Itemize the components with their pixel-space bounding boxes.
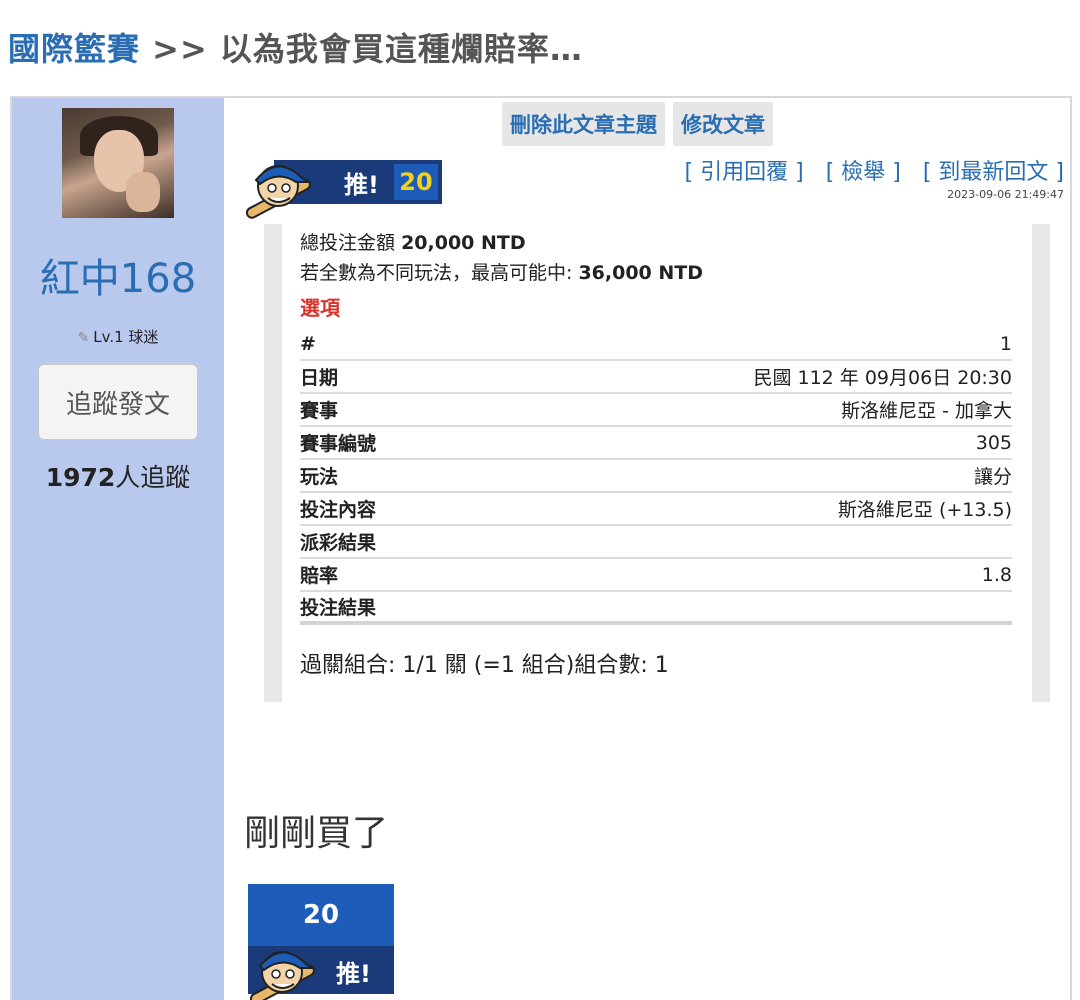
- delete-thread-button[interactable]: 刪除此文章主題: [502, 102, 665, 146]
- row-key: 玩法: [300, 466, 339, 488]
- row-key: 賽事: [300, 400, 339, 422]
- row-key: 賠率: [300, 565, 339, 587]
- follower-suffix: 人追蹤: [115, 463, 191, 492]
- latest-reply-link[interactable]: [ 到最新回文 ]: [923, 154, 1064, 186]
- row-key: 賽事編號: [300, 433, 377, 455]
- table-row: 玩法 讓分: [300, 460, 1012, 493]
- forum-link[interactable]: 國際籃賽: [8, 30, 140, 68]
- level-text: Lv.1 球迷: [93, 328, 159, 346]
- max-win-line: 若全數為不同玩法，最高可能中: 36,000 NTD: [300, 258, 1012, 288]
- max-win-label: 若全數為不同玩法，最高可能中:: [300, 262, 573, 284]
- push-tile-label: 推!: [336, 960, 371, 988]
- row-value: 1.8: [981, 563, 1012, 586]
- page-title: 國際籃賽 >> 以為我會買這種爛賠率…: [8, 24, 583, 70]
- bet-slip-inner: 總投注金額 20,000 NTD 若全數為不同玩法，最高可能中: 36,000 …: [282, 224, 1032, 702]
- row-value: 斯洛維尼亞 - 加拿大: [841, 400, 1012, 422]
- table-row: 日期 民國 112 年 09月06日 20:30: [300, 361, 1012, 394]
- author-name[interactable]: 紅中168: [12, 246, 224, 304]
- total-bet-line: 總投注金額 20,000 NTD: [300, 228, 1012, 258]
- follow-button[interactable]: 追蹤發文: [38, 364, 198, 440]
- row-value: 1: [999, 332, 1012, 355]
- row-value: 民國 112 年 09月06日 20:30: [753, 367, 1012, 389]
- quote-reply-link[interactable]: [ 引用回覆 ]: [685, 154, 804, 186]
- post-frame: 紅中168 ✎ Lv.1 球迷 追蹤發文 1972人追蹤 刪除此文章主題 修改文章…: [10, 96, 1072, 1000]
- post-message: 剛剛買了: [244, 813, 389, 854]
- row-value: 305: [975, 431, 1012, 454]
- row-key: #: [300, 332, 316, 355]
- table-row: 派彩結果: [300, 526, 1012, 559]
- avatar[interactable]: [62, 108, 174, 218]
- bet-table: #1 日期 民國 112 年 09月06日 20:30 賽事 斯洛維尼亞 - 加拿大…: [300, 328, 1012, 625]
- author-level: ✎ Lv.1 球迷: [12, 326, 224, 347]
- report-link[interactable]: [ 檢舉 ]: [826, 154, 901, 186]
- post-content: 刪除此文章主題 修改文章 推! 20 [ 引用回覆 ] [ 檢舉 ] [ 到最新…: [224, 98, 1072, 1000]
- total-bet-label: 總投注金額: [300, 232, 396, 254]
- pencil-icon: ✎: [77, 330, 90, 346]
- row-key: 投注結果: [300, 597, 377, 619]
- row-value: 讓分: [973, 466, 1012, 488]
- push-label: 推!: [344, 170, 379, 199]
- table-row: 賽事 斯洛維尼亞 - 加拿大: [300, 394, 1012, 427]
- row-key: 日期: [300, 367, 339, 389]
- total-bet-value: 20,000 NTD: [401, 232, 526, 254]
- breadcrumb-separator: >>: [152, 30, 208, 68]
- row-value: 斯洛維尼亞 (+13.5): [837, 499, 1012, 521]
- push-count: 20: [394, 164, 438, 200]
- row-key: 投注內容: [300, 499, 377, 521]
- author-sidebar: 紅中168 ✎ Lv.1 球迷 追蹤發文 1972人追蹤: [12, 98, 224, 1000]
- table-row: 賠率 1.8: [300, 559, 1012, 592]
- post-actions: [ 引用回覆 ] [ 檢舉 ] [ 到最新回文 ]: [685, 154, 1064, 186]
- admin-toolbar: 刪除此文章主題 修改文章: [502, 102, 773, 146]
- options-title: 選項: [300, 296, 340, 320]
- row-key: 派彩結果: [300, 532, 377, 554]
- follower-number: 1972: [45, 463, 116, 492]
- thread-subject: 以為我會買這種爛賠率…: [219, 30, 583, 68]
- baseball-mascot-icon: [245, 165, 312, 219]
- push-tile[interactable]: 20 推!: [248, 884, 394, 1000]
- edit-post-button[interactable]: 修改文章: [673, 102, 773, 146]
- table-row: #1: [300, 328, 1012, 361]
- table-row: 投注結果: [300, 592, 1012, 625]
- baseball-mascot-icon: [249, 951, 316, 1000]
- parlay-combination: 過關組合: 1/1 關 (=1 組合)組合數: 1: [300, 653, 669, 678]
- table-row: 賽事編號 305: [300, 427, 1012, 460]
- bet-slip: 總投注金額 20,000 NTD 若全數為不同玩法，最高可能中: 36,000 …: [264, 224, 1050, 702]
- table-row: 投注內容 斯洛維尼亞 (+13.5): [300, 493, 1012, 526]
- post-timestamp: 2023-09-06 21:49:47: [947, 188, 1064, 201]
- follower-count: 1972人追蹤: [12, 458, 224, 494]
- max-win-value: 36,000 NTD: [578, 262, 704, 284]
- push-badge[interactable]: 推! 20: [245, 160, 442, 219]
